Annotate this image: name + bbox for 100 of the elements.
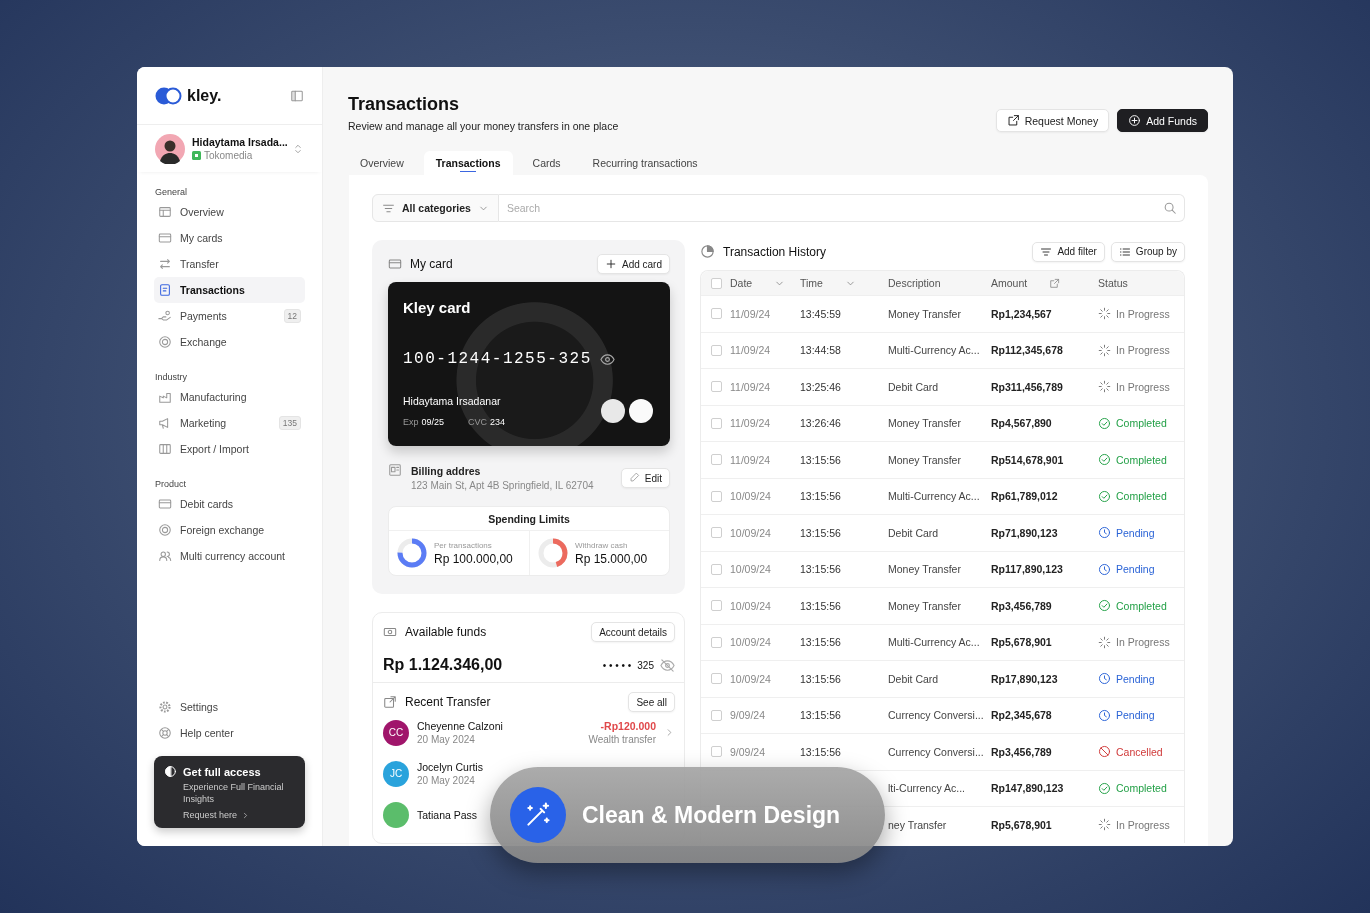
- sidebar-item[interactable]: Export / Import: [154, 436, 305, 462]
- tab[interactable]: Cards: [520, 151, 573, 175]
- time-cell: 13:15:56: [800, 636, 841, 649]
- sidebar-item[interactable]: Transfer: [154, 251, 305, 277]
- user-name: Hidaytama Irsada...: [192, 136, 285, 148]
- external-link-icon: [1006, 114, 1020, 127]
- contact-name: Cheyenne Calzoni: [417, 720, 503, 732]
- clock-icon: [1098, 562, 1111, 576]
- check-circle-icon: [1098, 453, 1111, 467]
- expiry-label: Exp: [403, 417, 419, 427]
- sidebar-toggle-icon[interactable]: [290, 88, 304, 103]
- account-details-button[interactable]: Account details: [591, 622, 675, 642]
- card-logo-icon: [601, 399, 655, 423]
- category-dropdown[interactable]: All categories: [372, 194, 499, 222]
- chevron-updown-icon[interactable]: [292, 142, 304, 155]
- description-cell: Money Transfer: [888, 453, 961, 466]
- factory-icon: [158, 390, 172, 404]
- description-cell: Debit Card: [888, 380, 939, 393]
- row-checkbox[interactable]: [711, 417, 722, 429]
- contact-name: Tatiana Pass: [417, 808, 478, 821]
- sidebar-item[interactable]: Help center: [154, 720, 305, 746]
- row-checkbox[interactable]: [711, 527, 722, 539]
- select-all-checkbox[interactable]: [711, 277, 722, 289]
- column-header[interactable]: Amount: [991, 277, 1028, 289]
- tab[interactable]: Transactions: [423, 151, 513, 175]
- status-label: Completed: [1116, 599, 1167, 612]
- card-name: Kley card: [403, 299, 472, 317]
- row-checkbox[interactable]: [711, 709, 722, 721]
- amount-cell: Rp61,789,012: [991, 490, 1058, 503]
- eye-off-icon[interactable]: [660, 657, 675, 673]
- add-filter-button[interactable]: Add filter: [1032, 241, 1105, 262]
- add-card-button[interactable]: Add card: [596, 254, 670, 274]
- search-icon: [1163, 201, 1177, 215]
- row-checkbox[interactable]: [711, 308, 722, 320]
- spinner-icon: [1098, 343, 1111, 357]
- column-header[interactable]: Date: [730, 277, 753, 289]
- date-cell: 11/09/24: [730, 344, 771, 357]
- row-checkbox[interactable]: [711, 563, 722, 575]
- row-checkbox[interactable]: [711, 381, 722, 393]
- spinner-icon: [1098, 307, 1111, 321]
- brand-name: kley.: [187, 86, 222, 105]
- date-cell: 9/09/24: [730, 745, 766, 758]
- date-cell: 11/09/24: [730, 417, 771, 430]
- sidebar-item[interactable]: Foreign exchange: [154, 517, 305, 543]
- description-cell: Debit Card: [888, 672, 939, 685]
- row-checkbox[interactable]: [711, 746, 722, 758]
- date-cell: 11/09/24: [730, 380, 771, 393]
- row-checkbox[interactable]: [711, 454, 722, 466]
- status-label: Cancelled: [1116, 745, 1163, 758]
- description-cell: Money Transfer: [888, 563, 961, 576]
- eye-icon[interactable]: [599, 351, 615, 367]
- column-header[interactable]: Status: [1098, 277, 1128, 289]
- row-checkbox[interactable]: [711, 636, 722, 648]
- edit-button[interactable]: Edit: [620, 468, 670, 488]
- sidebar-item[interactable]: Settings: [154, 694, 305, 720]
- sidebar-item[interactable]: Marketing 135: [154, 410, 305, 436]
- donut-gauge: [538, 538, 568, 568]
- sidebar-item[interactable]: Multi currency account: [154, 543, 305, 569]
- cvc-code: 234: [490, 417, 506, 427]
- search-field[interactable]: Search: [498, 194, 1185, 222]
- sidebar-item[interactable]: Transactions: [154, 277, 305, 303]
- section-label: Industry: [154, 371, 188, 383]
- description-cell: Currency Conversi...: [888, 745, 984, 758]
- column-header[interactable]: Time: [800, 277, 823, 289]
- sidebar-item[interactable]: My cards: [154, 225, 305, 251]
- time-cell: 13:15:56: [800, 490, 841, 503]
- ban-icon: [1098, 745, 1111, 759]
- sidebar-item[interactable]: Exchange: [154, 329, 305, 355]
- add-funds-button[interactable]: Add Funds: [1117, 109, 1208, 132]
- balance-amount: Rp 1.124.346,00: [383, 656, 503, 674]
- external-link-icon[interactable]: [1049, 277, 1061, 289]
- group-by-button[interactable]: Group by: [1110, 241, 1185, 262]
- clock-icon: [1098, 526, 1111, 540]
- sidebar-item[interactable]: Payments 12: [154, 303, 305, 329]
- badge-text: Clean & Modern Design: [582, 801, 841, 829]
- sidebar-item[interactable]: Overview: [154, 199, 305, 225]
- column-header[interactable]: Description: [888, 277, 941, 289]
- tab[interactable]: Recurring transactions: [580, 151, 710, 175]
- promo-text: Experience Full Financial Insights: [183, 781, 285, 805]
- row-checkbox[interactable]: [711, 673, 722, 685]
- promo-title: Get full access: [183, 765, 261, 778]
- see-all-button[interactable]: See all: [628, 692, 675, 712]
- row-checkbox[interactable]: [711, 490, 722, 502]
- sidebar-item[interactable]: Manufacturing: [154, 384, 305, 410]
- description-cell: Debit Card: [888, 526, 939, 539]
- limit-value: Rp 100.000,00: [434, 551, 513, 566]
- transfer-amount: -Rp120.000: [599, 720, 656, 732]
- tab[interactable]: Overview: [348, 151, 416, 175]
- request-money-button[interactable]: Request Money: [995, 109, 1110, 132]
- page-title: Transactions: [348, 93, 461, 115]
- row-checkbox[interactable]: [711, 344, 722, 356]
- row-checkbox[interactable]: [711, 600, 722, 612]
- spending-limits-title: Spending Limits: [389, 507, 669, 531]
- panel-title: Transaction History: [723, 244, 826, 259]
- request-link[interactable]: Request here: [183, 810, 238, 820]
- expiry-date: 09/25: [421, 417, 445, 427]
- hand-coin-icon: [158, 309, 172, 323]
- receipt-icon: [158, 283, 172, 297]
- box-icon: [158, 442, 172, 456]
- sidebar-item[interactable]: Debit cards: [154, 491, 305, 517]
